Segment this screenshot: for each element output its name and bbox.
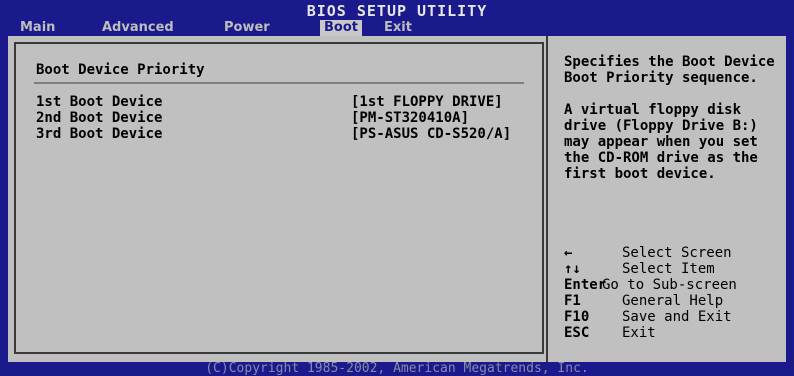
arrow-up-down-icon: ↑↓ — [564, 261, 581, 277]
boot-device-row-1[interactable]: 1st Boot Device [1st FLOPPY DRIVE] — [36, 94, 536, 110]
key-row-esc: ESC Exit — [564, 325, 794, 341]
row-label: 1st Boot Device — [36, 94, 163, 110]
key-legend: ← Select Screen ↑↓ Select Item Enter Go … — [564, 245, 794, 341]
tab-exit[interactable]: Exit — [384, 20, 412, 36]
row-value[interactable]: [PS-ASUS CD-S520/A] — [351, 126, 511, 142]
key-name: F10 — [564, 309, 590, 325]
key-row-f10: F10 Save and Exit — [564, 309, 794, 325]
row-label: 2nd Boot Device — [36, 110, 163, 126]
tab-boot[interactable]: Boot — [320, 20, 362, 36]
row-value[interactable]: [1st FLOPPY DRIVE] — [351, 94, 503, 110]
tab-advanced[interactable]: Advanced — [102, 20, 174, 36]
key-desc: Exit — [622, 325, 656, 341]
row-label: 3rd Boot Device — [36, 126, 163, 142]
key-name: ESC — [564, 325, 590, 341]
key-name: F1 — [564, 293, 581, 309]
help-panel: Specifies the Boot Device Boot Priority … — [546, 36, 786, 362]
key-desc: Select Item — [622, 261, 715, 277]
key-row-enter: Enter Go to Sub-screen — [564, 277, 794, 293]
settings-box: Boot Device Priority 1st Boot Device [1s… — [14, 42, 544, 354]
arrow-left-icon: ← — [564, 245, 573, 261]
key-desc: Save and Exit — [622, 309, 732, 325]
key-desc: Select Screen — [622, 245, 732, 261]
section-title: Boot Device Priority — [36, 62, 205, 78]
section-divider — [34, 82, 524, 84]
key-name: Enter — [564, 277, 607, 293]
boot-device-row-3[interactable]: 3rd Boot Device [PS-ASUS CD-S520/A] — [36, 126, 536, 142]
key-row-f1: F1 General Help — [564, 293, 794, 309]
title-bar: BIOS SETUP UTILITY Main Advanced Power B… — [0, 0, 794, 36]
help-text: Specifies the Boot Device Boot Priority … — [564, 54, 784, 198]
copyright-footer: (C)Copyright 1985-2002, American Megatre… — [0, 362, 794, 376]
key-desc: General Help — [622, 293, 724, 309]
tab-power[interactable]: Power — [224, 20, 270, 36]
row-value[interactable]: [PM-ST320410A] — [351, 110, 469, 126]
main-panel: Boot Device Priority 1st Boot Device [1s… — [8, 36, 786, 362]
help-paragraph-2: A virtual floppy disk drive (Floppy Driv… — [564, 102, 758, 182]
key-row-select-item: ↑↓ Select Item — [564, 261, 794, 277]
boot-device-row-2[interactable]: 2nd Boot Device [PM-ST320410A] — [36, 110, 536, 126]
tab-main[interactable]: Main — [20, 20, 55, 36]
boot-device-list: 1st Boot Device [1st FLOPPY DRIVE] 2nd B… — [36, 94, 536, 142]
menu-tabs: Main Advanced Power Boot Exit — [0, 20, 794, 36]
bios-title: BIOS SETUP UTILITY — [306, 2, 488, 20]
key-row-select-screen: ← Select Screen — [564, 245, 794, 261]
key-desc: Go to Sub-screen — [602, 277, 737, 293]
help-paragraph-1: Specifies the Boot Device Boot Priority … — [564, 54, 775, 86]
